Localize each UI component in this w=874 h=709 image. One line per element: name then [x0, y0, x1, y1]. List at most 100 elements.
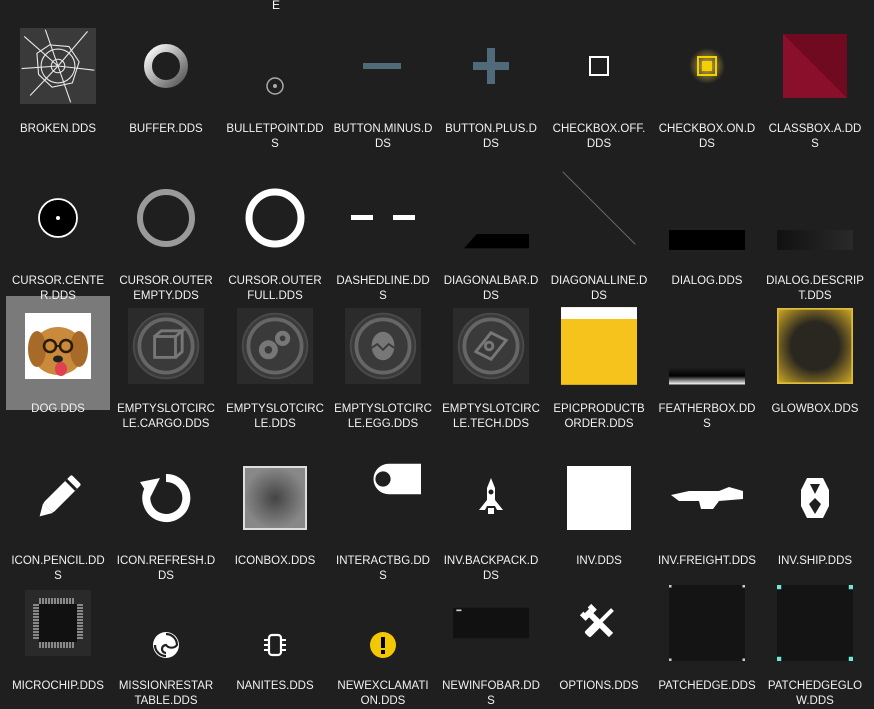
microchip-icon: [20, 585, 96, 661]
file-item[interactable]: DIALOG.DESCRIPT.DDS: [761, 170, 869, 302]
cursor-outer-full-icon: [237, 180, 313, 256]
dialog-bar-icon: [669, 180, 745, 256]
backpack-icon: [453, 460, 529, 536]
pencil-icon: [20, 460, 96, 536]
file-name-label: EMPTYSLOTCIRCLE.DDS: [226, 403, 324, 430]
tech-slot-icon: [453, 308, 529, 384]
file-name-label: INV.DDS: [576, 555, 622, 567]
file-name-label: MISSIONRESTARTABLE.DDS: [118, 680, 214, 707]
file-item[interactable]: EMPTYSLOTCIRCLE.CARGO.DDS: [112, 298, 220, 430]
dialog-description-icon: [777, 180, 853, 256]
iconbox-icon: [237, 460, 313, 536]
file-name-label: GLOWBOX.DDS: [771, 403, 859, 415]
file-item[interactable]: INV.BACKPACK.DDS: [437, 450, 545, 582]
dog-photo-icon: [20, 308, 96, 384]
file-name-label: EMPTYSLOTCIRCLE.TECH.DDS: [442, 403, 540, 430]
file-item[interactable]: ICONBOX.DDS: [221, 450, 329, 580]
exclamation-icon: [345, 585, 421, 661]
file-item[interactable]: INV.DDS: [545, 450, 653, 580]
gear-slot-icon: [237, 308, 313, 384]
file-item[interactable]: DASHEDLINE.DDS: [329, 170, 437, 302]
file-name-label: DOG.DDS: [31, 403, 85, 415]
file-item[interactable]: EPICPRODUCTBORDER.DDS: [545, 298, 653, 430]
file-item[interactable]: CURSOR.OUTEREMPTY.DDS: [112, 170, 220, 302]
file-item[interactable]: NANITES.DDS: [221, 575, 329, 705]
refresh-icon: [128, 460, 204, 536]
file-name-label: NEWEXCLAMATION.DDS: [337, 680, 429, 707]
file-name-label: DIALOG.DDS: [671, 275, 743, 287]
file-item[interactable]: BUFFER.DDS: [112, 18, 220, 148]
patch-edge-icon: [669, 585, 745, 661]
bullet-point-icon: [237, 28, 313, 104]
partial-header-text: E: [272, 0, 281, 12]
file-name-label: NEWINFOBAR.DDS: [442, 680, 540, 707]
diagonal-bar-icon: [453, 180, 529, 256]
file-name-label: BUTTON.MINUS.DDS: [333, 123, 433, 150]
file-item[interactable]: CURSOR.OUTERFULL.DDS: [221, 170, 329, 302]
cargo-slot-icon: [128, 308, 204, 384]
ring-gradient-icon: [128, 28, 204, 104]
file-item[interactable]: MISSIONRESTARTABLE.DDS: [112, 575, 220, 707]
file-name-label: CHECKBOX.OFF.DDS: [552, 123, 646, 150]
file-item[interactable]: INV.FREIGHT.DDS: [653, 450, 761, 580]
file-name-label: MICROCHIP.DDS: [12, 680, 104, 692]
file-item[interactable]: GLOWBOX.DDS: [761, 298, 869, 428]
file-name-label: BUTTON.PLUS.DDS: [445, 123, 537, 150]
file-item[interactable]: OPTIONS.DDS: [545, 575, 653, 705]
nanites-icon: [237, 585, 313, 661]
dashed-line-icon: [345, 180, 421, 256]
file-name-label: CLASSBOX.A.DDS: [768, 123, 862, 150]
glowbox-icon: [777, 308, 853, 384]
file-item[interactable]: ICON.PENCIL.DDS: [4, 450, 112, 582]
file-item[interactable]: EMPTYSLOTCIRCLE.DDS: [221, 298, 329, 430]
file-item[interactable]: EMPTYSLOTCIRCLE.TECH.DDS: [437, 298, 545, 430]
swirl-icon: [128, 585, 204, 661]
file-item[interactable]: NEWINFOBAR.DDS: [437, 575, 545, 707]
file-item[interactable]: BULLETPOINT.DDS: [221, 18, 329, 150]
file-item[interactable]: CHECKBOX.OFF.DDS: [545, 18, 653, 150]
file-item[interactable]: ICON.REFRESH.DDS: [112, 450, 220, 582]
file-name-label: NANITES.DDS: [236, 680, 314, 692]
classbox-icon: [777, 28, 853, 104]
file-name-label: BULLETPOINT.DDS: [226, 123, 324, 150]
patch-edge-glow-icon: [777, 585, 853, 661]
broken-glass-icon: [20, 28, 96, 104]
wrench-screwdriver-icon: [561, 585, 637, 661]
featherbox-icon: [669, 308, 745, 385]
file-item[interactable]: DOG.DDS: [4, 298, 112, 428]
file-item[interactable]: CHECKBOX.ON.DDS: [653, 18, 761, 150]
file-item[interactable]: INV.SHIP.DDS: [761, 450, 869, 580]
file-item[interactable]: NEWEXCLAMATION.DDS: [329, 575, 437, 707]
file-item[interactable]: PATCHEDGEGLOW.DDS: [761, 575, 869, 707]
interact-bg-icon: [345, 460, 421, 536]
file-name-label: EMPTYSLOTCIRCLE.EGG.DDS: [334, 403, 432, 430]
file-item[interactable]: DIAGONALLINE.DDS: [545, 170, 653, 302]
file-name-label: EMPTYSLOTCIRCLE.CARGO.DDS: [117, 403, 215, 430]
file-item[interactable]: CLASSBOX.A.DDS: [761, 18, 869, 150]
ship-icon: [777, 460, 853, 536]
inventory-square-icon: [561, 460, 637, 536]
file-item[interactable]: FEATHERBOX.DDS: [653, 298, 761, 430]
file-item[interactable]: CURSOR.CENTER.DDS: [4, 170, 112, 302]
file-item[interactable]: EMPTYSLOTCIRCLE.EGG.DDS: [329, 298, 437, 430]
file-item[interactable]: BUTTON.MINUS.DDS: [329, 18, 437, 150]
file-name-label: BROKEN.DDS: [19, 123, 97, 135]
file-item[interactable]: PATCHEDGE.DDS: [653, 575, 761, 705]
file-item[interactable]: BUTTON.PLUS.DDS: [437, 18, 545, 150]
info-bar-icon: [453, 585, 529, 661]
file-name-label: BUFFER.DDS: [129, 123, 203, 135]
checkbox-on-icon: [669, 28, 745, 104]
file-item[interactable]: DIALOG.DDS: [653, 170, 761, 300]
file-name-label: INV.SHIP.DDS: [777, 555, 853, 567]
file-name-label: PATCHEDGEGLOW.DDS: [767, 680, 863, 707]
file-item[interactable]: MICROCHIP.DDS: [4, 575, 112, 705]
minus-icon: [345, 28, 421, 104]
freight-ship-icon: [669, 460, 745, 536]
file-item[interactable]: BROKEN.DDS: [4, 18, 112, 148]
diagonal-line-icon: [561, 171, 637, 256]
file-item[interactable]: INTERACTBG.DDS: [329, 450, 437, 582]
file-name-label: ICONBOX.DDS: [234, 555, 316, 567]
file-item[interactable]: DIAGONALBAR.DDS: [437, 170, 545, 302]
plus-icon: [453, 28, 529, 104]
file-name-label: OPTIONS.DDS: [559, 680, 639, 692]
